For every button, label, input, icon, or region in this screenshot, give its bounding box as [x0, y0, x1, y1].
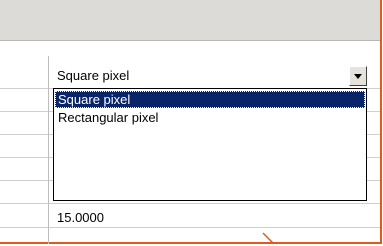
grid-header-bar — [0, 0, 380, 41]
pixel-shape-combobox[interactable]: Square pixel — [53, 66, 367, 86]
dropdown-option-rectangular-pixel[interactable]: Rectangular pixel — [55, 109, 365, 126]
column-separator[interactable] — [48, 56, 49, 244]
numeric-value-cell[interactable]: 15.0000 — [57, 209, 104, 227]
property-window: Square pixel Square pixel Rectangular pi… — [0, 0, 382, 244]
pointer-icon — [262, 232, 275, 245]
combobox-selected-text: Square pixel — [57, 68, 130, 83]
dropdown-option-square-pixel[interactable]: Square pixel — [55, 91, 365, 108]
chevron-down-icon[interactable] — [349, 66, 367, 86]
property-row[interactable] — [0, 227, 380, 244]
pixel-shape-dropdown-list[interactable]: Square pixel Rectangular pixel — [53, 88, 367, 201]
